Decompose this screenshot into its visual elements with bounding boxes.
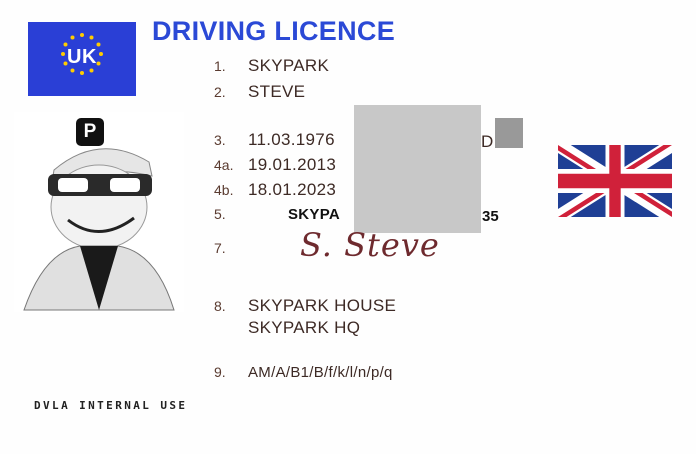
field-date-of-birth: 3. 11.03.1976 — [214, 130, 335, 150]
field-number: 8. — [214, 298, 226, 314]
field-value: STEVE — [248, 82, 306, 101]
field-categories: 9. AM/A/B1/B/f/k/l/n/p/q — [214, 364, 393, 381]
redaction-block-small — [495, 118, 523, 148]
field-number: 1. — [214, 58, 226, 74]
field-signature-label: 7. — [214, 240, 248, 256]
field-licence-number: 5. SKYPA — [214, 206, 340, 223]
field-5-suffix: 35 — [482, 208, 499, 225]
field-number: 9. — [214, 364, 226, 380]
field-number: 3. — [214, 132, 226, 148]
redaction-block — [354, 105, 481, 233]
field-number: 2. — [214, 84, 226, 100]
field-number: 5. — [214, 206, 226, 222]
field-number: 7. — [214, 240, 226, 256]
field-forename: 2. STEVE — [214, 82, 305, 102]
union-jack-flag-icon — [558, 145, 672, 217]
field-value: SKYPARK — [248, 56, 330, 75]
field-number: 4a. — [214, 157, 234, 173]
field-number: 4b. — [214, 182, 234, 198]
field-value: 18.01.2023 — [248, 180, 337, 199]
field-expiry-date: 4b. 18.01.2023 — [214, 180, 336, 200]
driving-licence-card: UK DRIVING LICENCE P 1. SKYPARK 2. STEVE… — [0, 0, 696, 454]
country-code: UK — [67, 46, 97, 68]
parking-badge-icon: P — [76, 118, 104, 146]
dvla-internal-use-label: DVLA INTERNAL USE — [34, 399, 188, 412]
field-value: 19.01.2013 — [248, 155, 337, 174]
eu-flag: UK — [28, 22, 136, 96]
field-value: SKYPARK HOUSE — [248, 296, 397, 315]
signature: S. Steve — [300, 226, 440, 264]
field-value: 11.03.1976 — [248, 130, 335, 149]
address-line-2: SKYPARK HQ — [248, 318, 361, 337]
field-3-suffix: D — [481, 132, 494, 151]
field-address: 8. SKYPARK HOUSE — [214, 296, 396, 316]
field-value: SKYPA — [288, 206, 341, 223]
licence-title: DRIVING LICENCE — [152, 16, 396, 46]
field-surname: 1. SKYPARK — [214, 56, 329, 76]
field-value: AM/A/B1/B/f/k/l/n/p/q — [248, 364, 393, 381]
field-issue-date: 4a. 19.01.2013 — [214, 155, 336, 175]
